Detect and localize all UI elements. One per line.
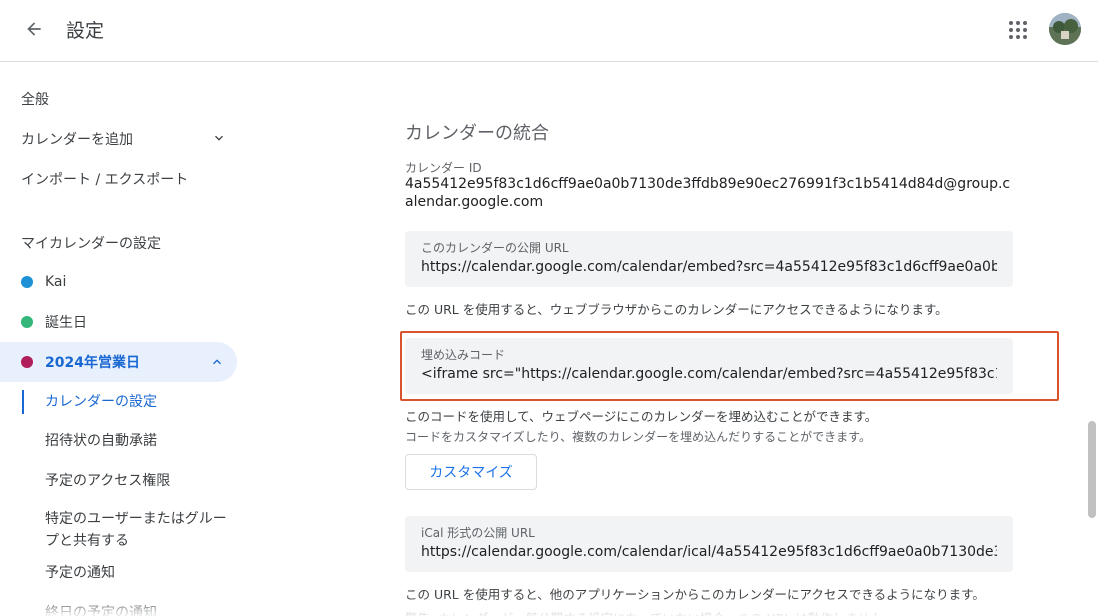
sidebar-item-label: カレンダーを追加 [21,132,133,148]
public-url-help: この URL を使用すると、ウェブブラウザからこのカレンダーにアクセスできるよう… [405,302,948,317]
public-url-label: このカレンダーの公開 URL [421,241,569,255]
account-avatar[interactable] [1049,13,1081,45]
chevron-up-icon[interactable] [209,354,225,370]
sidebar-item-general[interactable]: 全般 [21,89,49,109]
sidebar-calendar-birthdays[interactable]: 誕生日 [0,302,237,342]
calendar-id-value[interactable]: 4a55412e95f83c1d6cff9ae0a0b7130de3ffdb89… [405,175,1013,211]
calendar-color-dot [21,316,33,328]
embed-code-value[interactable]: <iframe src="https://calendar.google.com… [421,366,997,382]
public-url-value[interactable]: https://calendar.google.com/calendar/emb… [421,259,997,275]
embed-code-field[interactable]: 埋め込みコード <iframe src="https://calendar.go… [405,338,1013,394]
sidebar-sub-event-notifications[interactable]: 予定の通知 [45,562,235,584]
sidebar-sub-all-day-notifications[interactable]: 終日の予定の通知 [45,602,235,616]
sidebar-sub-auto-accept[interactable]: 招待状の自動承諾 [45,430,235,452]
page-title: 設定 [66,20,105,42]
calendar-color-dot [21,276,33,288]
app-header: 設定 [0,0,1098,62]
embed-code-label: 埋め込みコード [421,348,506,362]
sidebar-calendar-kai[interactable]: Kai [0,262,237,302]
settings-sidebar: 全般 カレンダーを追加 インポート / エクスポート マイカレンダーの設定 Ka… [0,63,250,616]
section-title: カレンダーの統合 [405,123,549,144]
apps-grid-icon [1004,16,1030,44]
ical-url-value[interactable]: https://calendar.google.com/calendar/ica… [421,544,997,560]
sidebar-item-import-export[interactable]: インポート / エクスポート [21,169,188,189]
google-apps-button[interactable] [1004,16,1030,42]
arrow-back-icon [27,22,41,36]
avatar-photo-icon [1049,13,1081,45]
calendar-id-label: カレンダー ID [405,161,482,175]
ical-url-help: この URL を使用すると、他のアプリケーションからこのカレンダーにアクセスでき… [405,587,985,602]
calendar-color-dot [21,356,33,368]
customize-button[interactable]: カスタマイズ [405,454,537,490]
chevron-down-icon [215,135,223,141]
calendar-name: 2024年営業日 [45,355,140,371]
ical-url-field[interactable]: iCal 形式の公開 URL https://calendar.google.c… [405,516,1013,572]
sidebar-sub-access-permissions[interactable]: 予定のアクセス権限 [45,470,235,492]
embed-code-help-secondary: コードをカスタマイズしたり、複数のカレンダーを埋め込んだりすることができます。 [405,430,871,444]
sidebar-sub-calendar-settings[interactable]: カレンダーの設定 [45,391,235,413]
ical-url-warning: 警告: カレンダーが一般公開する設定になっていない場合、この URL は動作しま… [405,608,895,616]
public-url-field[interactable]: このカレンダーの公開 URL https://calendar.google.c… [405,231,1013,287]
scrollbar-track[interactable] [1087,63,1098,616]
calendar-name: 誕生日 [45,315,87,331]
back-button[interactable] [20,15,48,43]
embed-code-help: このコードを使用して、ウェブページにこのカレンダーを埋め込むことができます。 [405,409,878,424]
settings-main: カレンダーの統合 カレンダー ID 4a55412e95f83c1d6cff9a… [405,63,1015,616]
sidebar-item-add-calendar[interactable]: カレンダーを追加 [21,129,231,149]
my-calendars-heading: マイカレンダーの設定 [21,236,161,252]
scrollbar-thumb[interactable] [1088,421,1096,518]
sidebar-sub-share-with-people[interactable]: 特定のユーザーまたはグループと共有する [45,508,235,552]
calendar-name: Kai [45,274,67,290]
sidebar-calendar-2024-business-days[interactable]: 2024年営業日 [0,342,237,382]
active-indicator [22,390,24,414]
ical-url-label: iCal 形式の公開 URL [421,526,535,540]
